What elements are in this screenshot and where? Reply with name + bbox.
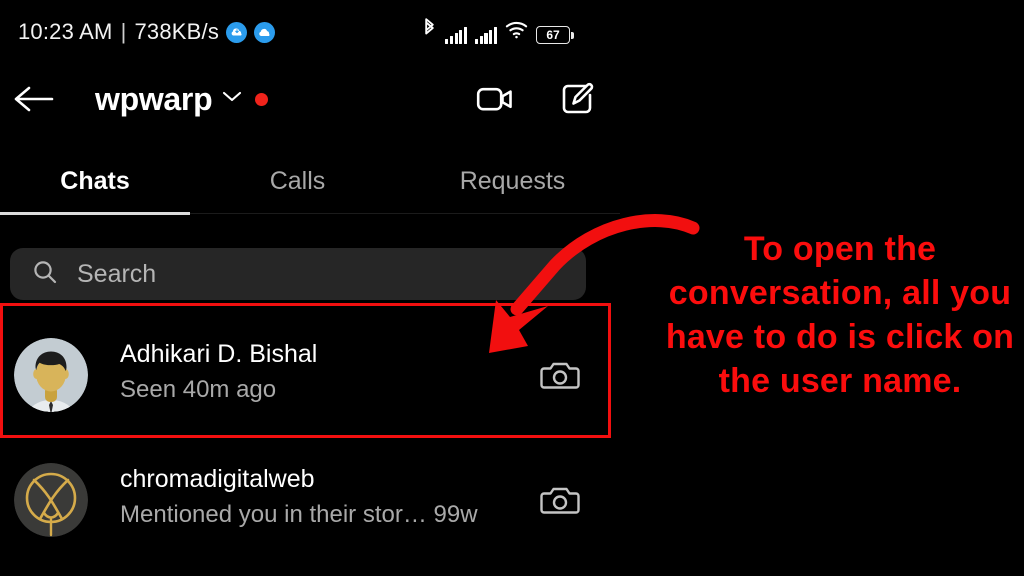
chat-item-name: Adhikari D. Bishal <box>120 340 318 368</box>
status-time: 10:23 AM <box>18 19 113 44</box>
chat-item-status: Seen 40m ago <box>120 374 317 406</box>
cloud-icon <box>254 21 276 43</box>
search-icon <box>32 259 58 290</box>
instruction-callout: To open the conversation, all you have t… <box>665 230 1015 400</box>
phone-screenshot: 10:23 AM | 738KB/s 67 wpwarp Chats Calls… <box>0 0 1024 576</box>
camera-icon[interactable] <box>538 478 582 522</box>
compose-edit-icon[interactable] <box>556 77 600 121</box>
chat-item-status: Mentioned you in their stor… 99w <box>120 499 478 531</box>
chat-item-status-text: Mentioned you in their stor… <box>120 500 427 528</box>
signal-bars-sim1-icon <box>445 27 468 44</box>
status-separator: | <box>120 19 127 44</box>
unread-status-dot <box>255 92 269 106</box>
active-tab-indicator <box>0 212 190 215</box>
chat-item-status-text: Seen 40m ago <box>120 375 277 403</box>
status-bar-right: 67 <box>422 17 574 44</box>
chat-item-age: 99w <box>433 500 478 528</box>
chat-item-text: Adhikari D. Bishal Seen 40m ago <box>120 338 317 406</box>
tab-calls[interactable]: Calls <box>190 152 405 210</box>
back-arrow-icon[interactable] <box>8 74 58 124</box>
video-camera-icon[interactable] <box>474 77 518 121</box>
app-header: wpwarp <box>0 70 620 128</box>
status-bar: 10:23 AM | 738KB/s 67 <box>0 0 620 58</box>
account-name: wpwarp <box>95 80 213 117</box>
bluetooth-icon <box>422 17 437 44</box>
tab-chats[interactable]: Chats <box>0 152 190 210</box>
signal-bars-sim2-icon <box>475 27 497 44</box>
tab-requests[interactable]: Requests <box>405 152 620 210</box>
header-actions <box>474 70 600 128</box>
chat-item-text: chromadigitalweb Mentioned you in their … <box>120 463 478 531</box>
network-speed: 738KB/s <box>134 19 220 44</box>
status-bar-left: 10:23 AM | 738KB/s <box>18 19 276 45</box>
battery-level: 67 <box>546 28 560 42</box>
person-photo-avatar[interactable] <box>14 338 88 412</box>
chevron-down-icon <box>222 90 242 108</box>
cloud-download-icon <box>226 21 248 43</box>
account-switcher[interactable]: wpwarp <box>95 70 269 128</box>
battery-icon: 67 <box>536 26 574 44</box>
chat-item-name: chromadigitalweb <box>120 465 315 493</box>
search-placeholder: Search <box>77 259 157 288</box>
chat-list-item[interactable]: chromadigitalweb Mentioned you in their … <box>0 445 620 555</box>
wifi-icon <box>505 20 528 44</box>
gold-logo-avatar[interactable] <box>14 463 88 537</box>
